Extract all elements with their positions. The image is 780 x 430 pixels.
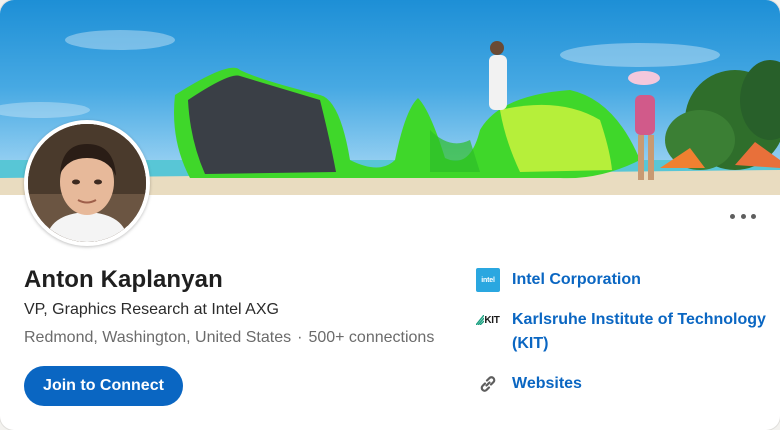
profile-headline: VP, Graphics Research at Intel AXG bbox=[24, 301, 279, 318]
avatar-photo bbox=[28, 124, 146, 242]
profile-location: Redmond, Washington, United States bbox=[24, 329, 292, 346]
link-current-company[interactable]: intel Intel Corporation bbox=[476, 268, 772, 292]
profile-name: Anton Kaplanyan bbox=[24, 266, 223, 293]
link-education[interactable]: KIT Karlsruhe Institute of Technology (K… bbox=[476, 308, 772, 356]
kit-logo-mark bbox=[476, 315, 485, 325]
separator-dot: · bbox=[297, 329, 303, 346]
education-link-label[interactable]: Karlsruhe Institute of Technology (KIT) bbox=[512, 308, 772, 356]
more-horizontal-icon bbox=[751, 213, 756, 219]
link-icon bbox=[476, 372, 500, 396]
profile-meta: Redmond, Washington, United States · 500+ … bbox=[24, 329, 434, 347]
link-websites[interactable]: Websites bbox=[476, 372, 772, 396]
websites-link-label[interactable]: Websites bbox=[512, 372, 772, 396]
kit-logo-icon: KIT bbox=[476, 314, 500, 326]
company-link-label[interactable]: Intel Corporation bbox=[512, 268, 772, 292]
profile-connections: 500+ connections bbox=[308, 329, 435, 346]
join-to-connect-button[interactable]: Join to Connect bbox=[24, 366, 183, 406]
profile-card: Anton Kaplanyan VP, Graphics Research at… bbox=[0, 0, 780, 430]
more-options-button[interactable] bbox=[730, 206, 756, 226]
chain-link-icon bbox=[480, 376, 496, 392]
avatar bbox=[24, 120, 150, 246]
intel-logo-icon: intel bbox=[476, 268, 500, 292]
kit-logo-text: KIT bbox=[484, 314, 500, 326]
more-horizontal-icon bbox=[740, 213, 746, 219]
kit-logo: KIT bbox=[476, 308, 500, 332]
more-horizontal-icon bbox=[730, 213, 735, 219]
intel-logo: intel bbox=[476, 268, 500, 292]
